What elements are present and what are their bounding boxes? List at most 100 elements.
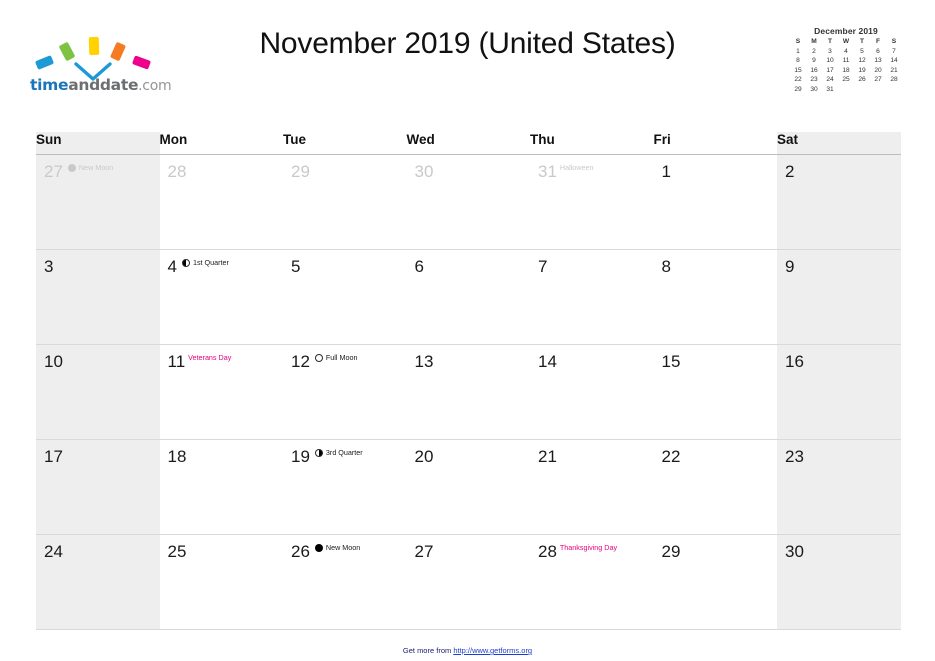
- mini-dow-5: F: [875, 38, 881, 45]
- calendar-day-cell[interactable]: 29: [283, 154, 407, 250]
- day-number: 1: [661, 162, 671, 181]
- calendar-day-cell[interactable]: 30: [777, 534, 901, 630]
- calendar-day-cell[interactable]: 27: [406, 534, 530, 630]
- mini-day[interactable]: 28: [886, 76, 902, 84]
- mini-day[interactable]: 29: [790, 86, 806, 94]
- mini-day[interactable]: 19: [854, 67, 870, 75]
- calendar-dow-header-thu: Thu: [530, 132, 654, 155]
- mini-day[interactable]: 5: [854, 48, 870, 56]
- holiday-label: Thanksgiving Day: [559, 543, 618, 552]
- calendar-day-cell[interactable]: 9: [777, 249, 901, 345]
- mini-day[interactable]: 3: [822, 48, 838, 56]
- calendar-day-cell[interactable]: 3: [36, 249, 160, 345]
- mini-dow-3: W: [842, 38, 850, 45]
- calendar-day-cell[interactable]: 15: [653, 344, 777, 440]
- mini-calendar-title: December 2019: [814, 26, 878, 36]
- calendar-day-cell[interactable]: 31 Halloween: [530, 154, 654, 250]
- mini-day[interactable]: 27: [870, 76, 886, 84]
- calendar-day-cell[interactable]: 23: [777, 439, 901, 535]
- calendar-day-cell[interactable]: 28: [159, 154, 283, 250]
- day-number: 12: [291, 352, 310, 371]
- mini-day[interactable]: 14: [886, 57, 902, 65]
- day-number: 17: [44, 447, 63, 466]
- calendar-day-cell[interactable]: 21: [530, 439, 654, 535]
- event-label: 3rd Quarter: [325, 448, 363, 457]
- mini-day[interactable]: 12: [854, 57, 870, 65]
- mini-day[interactable]: 23: [806, 76, 822, 84]
- mini-day[interactable]: 13: [870, 57, 886, 65]
- calendar-day-cell[interactable]: 13: [406, 344, 530, 440]
- mini-dow-4: T: [859, 38, 865, 45]
- calendar-day-cell[interactable]: 16: [777, 344, 901, 440]
- mini-day[interactable]: 21: [886, 67, 902, 75]
- calendar-day-cell[interactable]: 1: [653, 154, 777, 250]
- calendar-day-cell[interactable]: 10: [36, 344, 160, 440]
- mini-day[interactable]: 30: [806, 86, 822, 94]
- calendar-day-cell[interactable]: 19 3rd Quarter: [283, 439, 407, 535]
- mini-day[interactable]: 25: [838, 76, 854, 84]
- calendar-day-cell[interactable]: 22: [653, 439, 777, 535]
- mini-calendar: December 2019 S M T W T F S 1 2 3 4 5 6 7 8 9 10 11 12 13 14…: [790, 26, 902, 94]
- mini-day[interactable]: 1: [790, 48, 806, 56]
- mini-day[interactable]: 31: [822, 86, 838, 94]
- calendar-day-cell[interactable]: 5: [283, 249, 407, 345]
- day-number: 24: [44, 542, 63, 561]
- mini-day[interactable]: 4: [838, 48, 854, 56]
- calendar-day-cell[interactable]: 2: [777, 154, 901, 250]
- mini-day[interactable]: 17: [822, 67, 838, 75]
- calendar-day-cell[interactable]: 25: [159, 534, 283, 630]
- day-number: 2: [785, 162, 795, 181]
- day-number: 28: [167, 162, 187, 181]
- month-calendar: Sun Mon Tue Wed Thu Fri Sat 27 New Moon 28 29 30 31…: [36, 132, 901, 630]
- mini-day[interactable]: 22: [790, 76, 806, 84]
- day-number: 30: [785, 542, 804, 561]
- calendar-day-cell[interactable]: 26 New Moon: [283, 534, 407, 630]
- logo-wordmark-anddate: anddate: [68, 76, 139, 94]
- calendar-day-cell[interactable]: 24: [36, 534, 160, 630]
- calendar-day-cell[interactable]: 7: [530, 249, 654, 345]
- moon-phase-new-icon: [67, 163, 76, 172]
- mini-day[interactable]: 8: [790, 57, 806, 65]
- mini-day[interactable]: 18: [838, 67, 854, 75]
- calendar-week-row: 17 18 19 3rd Quarter 20 21 22 23: [36, 439, 901, 535]
- day-number: 19: [291, 447, 310, 466]
- day-number: 6: [414, 257, 424, 276]
- calendar-day-cell[interactable]: 6: [406, 249, 530, 345]
- mini-day[interactable]: 26: [854, 76, 870, 84]
- calendar-week-row: 3 4 1st Quarter 5 6 7 8 9: [36, 249, 901, 345]
- calendar-day-cell[interactable]: 28 Thanksgiving Day: [530, 534, 654, 630]
- day-number: 16: [785, 352, 804, 371]
- mini-day[interactable]: 20: [870, 67, 886, 75]
- calendar-day-cell[interactable]: 18: [159, 439, 283, 535]
- mini-day[interactable]: 11: [838, 57, 854, 65]
- holiday-label: Veterans Day: [188, 353, 232, 362]
- calendar-day-cell[interactable]: 17: [36, 439, 160, 535]
- mini-day[interactable]: 2: [806, 48, 822, 56]
- calendar-day-cell[interactable]: 27 New Moon: [36, 154, 160, 250]
- mini-day[interactable]: 9: [806, 57, 822, 65]
- mini-day[interactable]: 6: [870, 48, 886, 56]
- mini-day[interactable]: 7: [886, 48, 902, 56]
- moon-phase-full-icon: [314, 353, 323, 362]
- calendar-day-cell[interactable]: 8: [653, 249, 777, 345]
- mini-day[interactable]: 10: [822, 57, 838, 65]
- day-number: 3: [44, 257, 54, 276]
- calendar-day-cell[interactable]: 4 1st Quarter: [159, 249, 283, 345]
- calendar-day-cell[interactable]: 12 Full Moon: [283, 344, 407, 440]
- calendar-day-cell[interactable]: 29: [653, 534, 777, 630]
- calendar-week-row: 10 11 Veterans Day 12 Full Moon 13 14 15 16: [36, 344, 901, 440]
- mini-day[interactable]: 24: [822, 76, 838, 84]
- mini-day[interactable]: 16: [806, 67, 822, 75]
- mini-calendar-grid: S M T W T F S 1 2 3 4 5 6 7 8 9 10 11 12 13 14 15 16 17 18 19 20 21…: [790, 38, 902, 94]
- logo-wordmark-tld: .com: [138, 78, 172, 94]
- day-number: 26: [291, 542, 310, 561]
- calendar-day-cell[interactable]: 30: [406, 154, 530, 250]
- day-number: 27: [414, 542, 434, 561]
- day-number: 13: [414, 352, 434, 371]
- footer-link[interactable]: http://www.getforms.org: [453, 646, 532, 655]
- calendar-day-cell[interactable]: 20: [406, 439, 530, 535]
- calendar-day-cell[interactable]: 14: [530, 344, 654, 440]
- day-number: 22: [661, 447, 681, 466]
- calendar-day-cell[interactable]: 11 Veterans Day: [159, 344, 283, 440]
- mini-day[interactable]: 15: [790, 67, 806, 75]
